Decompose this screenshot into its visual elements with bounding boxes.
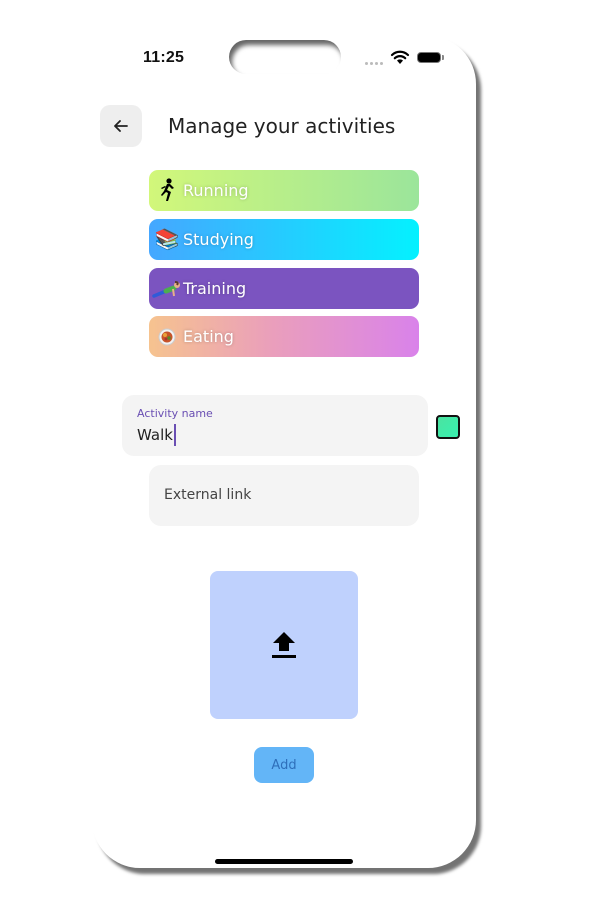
phone-frame: 11:25 Manage your activities Running 📚 S… — [92, 36, 476, 868]
page-title: Manage your activities — [168, 114, 396, 138]
runner-icon — [151, 175, 183, 207]
color-picker-swatch[interactable] — [436, 415, 460, 439]
books-icon: 📚 — [154, 229, 180, 251]
activity-item-training[interactable]: Training — [149, 268, 419, 309]
activity-name-label: Activity name — [137, 407, 213, 420]
activity-label: Running — [183, 181, 249, 200]
add-button[interactable]: Add — [254, 747, 314, 783]
battery-icon — [417, 52, 441, 63]
activity-name-value: Walk — [137, 426, 173, 444]
dynamic-island — [229, 40, 341, 74]
activity-name-field[interactable]: Activity name Walk — [122, 395, 428, 456]
status-bar: 11:25 — [92, 36, 476, 86]
upload-icon — [272, 632, 296, 658]
activity-label: Eating — [183, 327, 234, 346]
status-time: 11:25 — [143, 49, 185, 66]
signal-dots-icon — [365, 62, 383, 65]
push-up-icon — [151, 273, 183, 305]
image-upload-button[interactable] — [210, 571, 358, 719]
battery-tip — [442, 55, 444, 60]
food-plate-icon — [151, 321, 183, 353]
arrow-left-icon — [114, 120, 128, 132]
activity-label: Studying — [183, 230, 254, 249]
external-link-placeholder: External link — [164, 487, 252, 503]
activity-item-studying[interactable]: 📚 Studying — [149, 219, 419, 260]
activity-label: Training — [183, 279, 247, 298]
activity-item-running[interactable]: Running — [149, 170, 419, 211]
home-indicator[interactable] — [215, 859, 353, 864]
text-caret — [173, 424, 176, 446]
wifi-icon — [390, 50, 410, 64]
activity-item-eating[interactable]: Eating — [149, 316, 419, 357]
back-button[interactable] — [100, 105, 142, 147]
activity-name-input[interactable]: Walk — [137, 424, 176, 446]
external-link-field[interactable]: External link — [149, 465, 419, 526]
